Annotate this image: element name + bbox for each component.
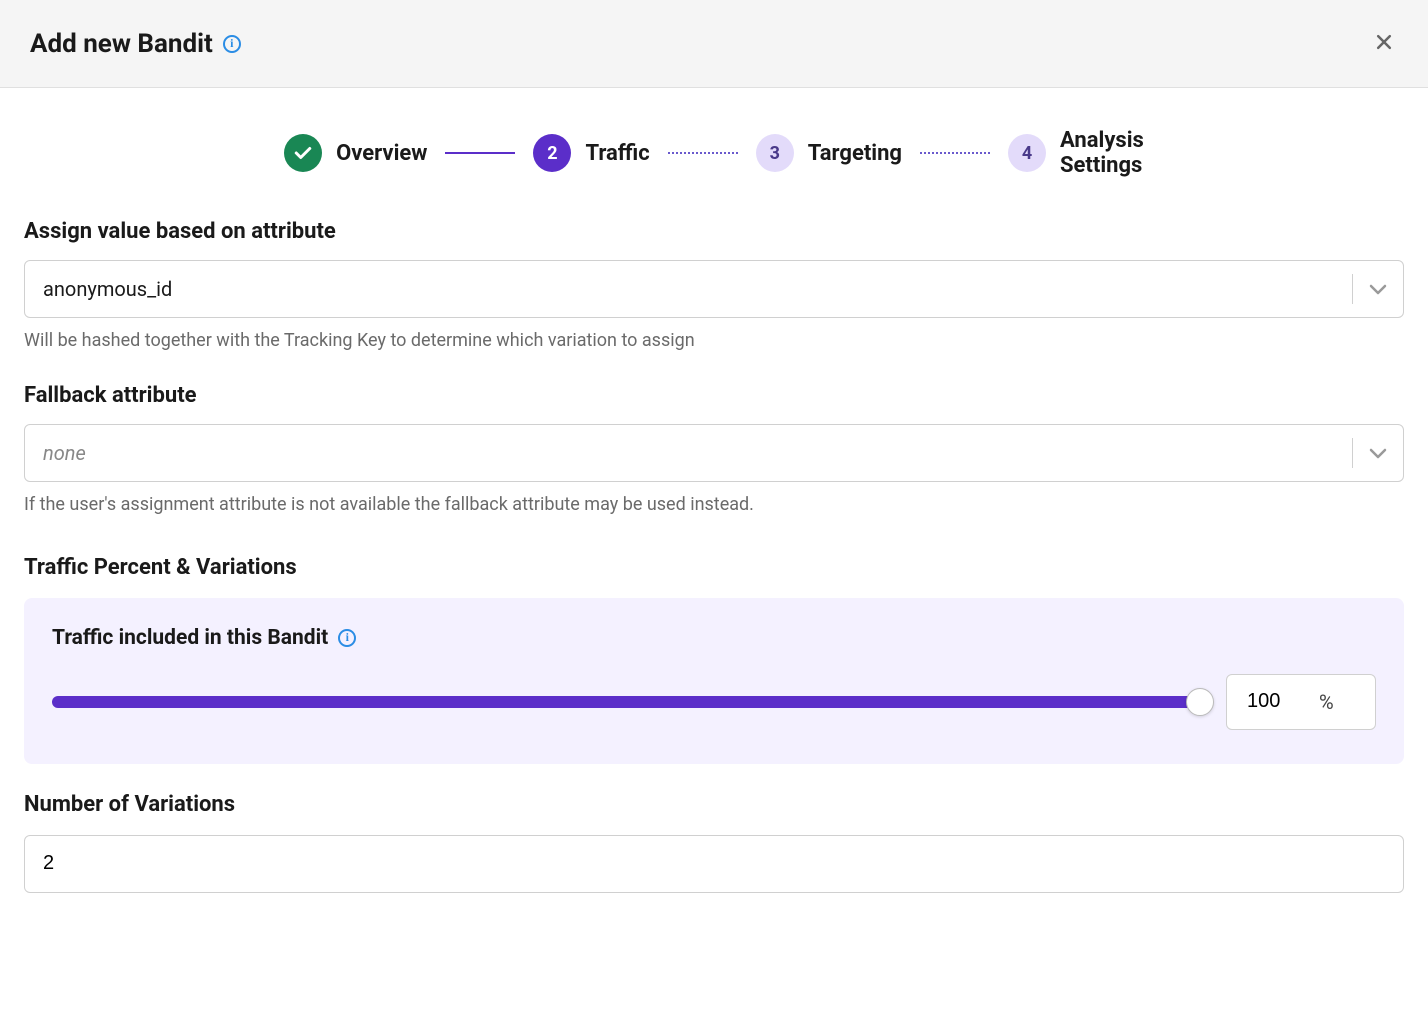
chevron-down-icon [1353,283,1403,295]
step-label-traffic: Traffic [585,141,649,166]
step-analysis[interactable]: 4 Analysis Settings [1008,128,1144,179]
traffic-slider-row: % [52,674,1376,730]
variations-input[interactable] [24,835,1404,893]
step-traffic[interactable]: 2 Traffic [533,134,649,172]
step-connector [445,152,515,154]
traffic-section-label: Traffic Percent & Variations [24,555,1404,580]
traffic-card-title: Traffic included in this Bandit [52,626,328,650]
check-icon [294,146,312,160]
step-overview[interactable]: Overview [284,134,427,172]
percent-sign: % [1319,690,1334,714]
fallback-help: If the user's assignment attribute is no… [24,494,1404,515]
attribute-label: Assign value based on attribute [24,219,1404,244]
attribute-field-group: Assign value based on attribute anonymou… [24,219,1404,351]
stepper: Overview 2 Traffic 3 Targeting 4 Analysi… [0,88,1428,209]
chevron-down-icon [1353,447,1403,459]
traffic-percent-input[interactable] [1247,690,1297,713]
step-label-targeting: Targeting [808,141,902,166]
modal-header: Add new Bandit i [0,0,1428,88]
step-circle-pending: 4 [1008,134,1046,172]
traffic-card: Traffic included in this Bandit i % [24,598,1404,764]
info-icon[interactable]: i [338,629,356,647]
info-icon[interactable]: i [223,35,241,53]
close-icon [1374,32,1394,52]
content: Assign value based on attribute anonymou… [0,209,1428,923]
slider-thumb[interactable] [1186,688,1214,716]
modal-title: Add new Bandit [30,29,213,59]
fallback-select[interactable]: none [24,424,1404,482]
step-targeting[interactable]: 3 Targeting [756,134,902,172]
step-label-overview: Overview [336,141,427,166]
percent-box: % [1226,674,1376,730]
attribute-select[interactable]: anonymous_id [24,260,1404,318]
fallback-placeholder: none [25,441,1352,465]
step-circle-active: 2 [533,134,571,172]
step-connector [668,152,738,154]
modal-title-wrap: Add new Bandit i [30,29,241,59]
step-circle-pending: 3 [756,134,794,172]
fallback-field-group: Fallback attribute none If the user's as… [24,383,1404,515]
variations-label: Number of Variations [24,792,1404,817]
attribute-value: anonymous_id [25,277,1352,301]
step-connector [920,152,990,154]
traffic-slider[interactable] [52,696,1200,708]
step-circle-done [284,134,322,172]
step-label-analysis: Analysis Settings [1060,128,1144,179]
fallback-label: Fallback attribute [24,383,1404,408]
traffic-card-title-wrap: Traffic included in this Bandit i [52,626,1376,650]
attribute-help: Will be hashed together with the Trackin… [24,330,1404,351]
close-button[interactable] [1370,28,1398,59]
